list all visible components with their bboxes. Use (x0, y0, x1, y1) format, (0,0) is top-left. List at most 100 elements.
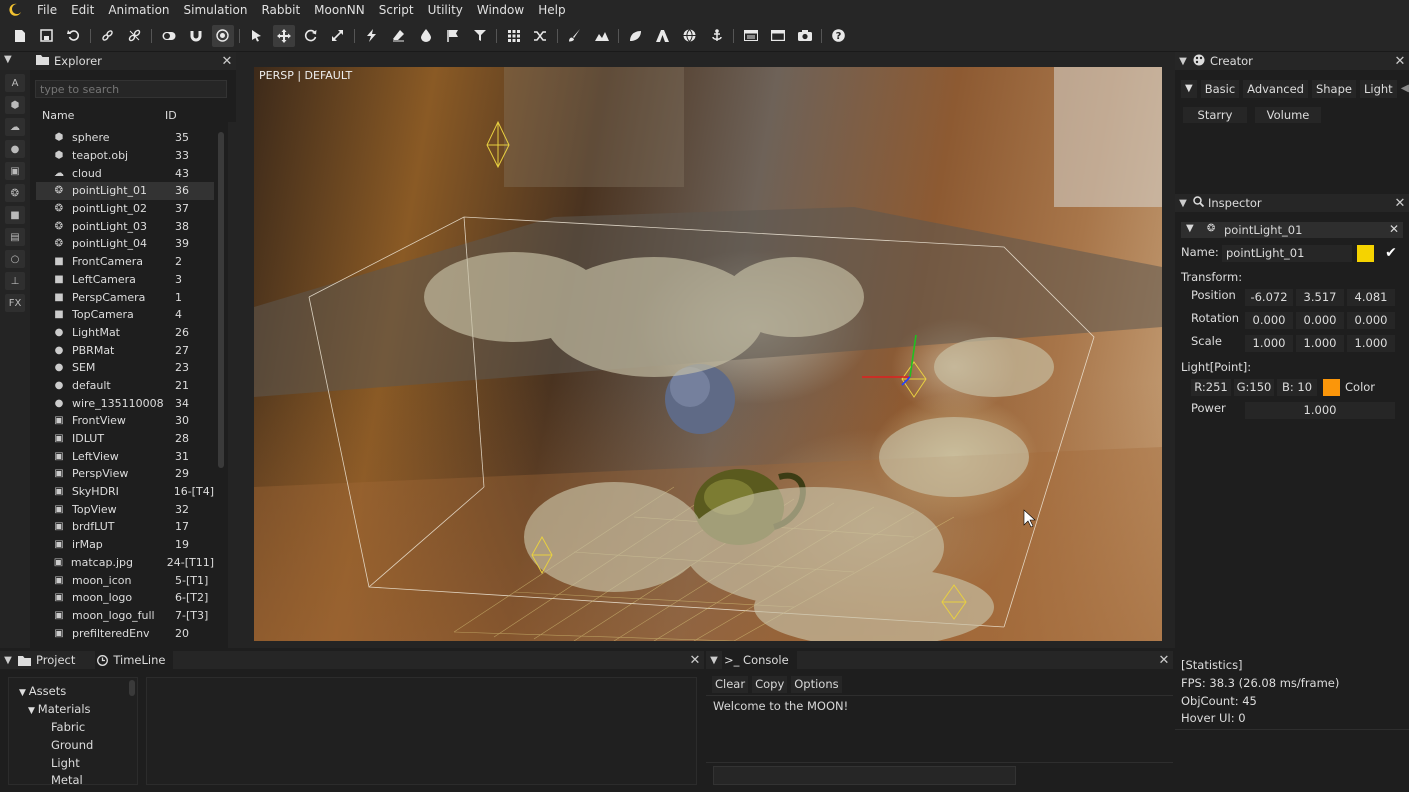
text-tool-icon[interactable]: A (5, 74, 25, 92)
tree-assets[interactable]: ▼ Assets (19, 684, 66, 698)
close-icon[interactable]: ✕ (1391, 196, 1409, 211)
explorer-row[interactable]: ⬢ teapot.obj 33 (36, 147, 214, 165)
explorer-row[interactable]: ❂ pointLight_01 36 (36, 182, 214, 200)
position-z-field[interactable]: 4.081 (1347, 289, 1395, 306)
explorer-row[interactable]: ● LightMat 26 (36, 324, 214, 342)
collapse-triangle-icon[interactable]: ▼ (1186, 223, 1194, 234)
explorer-row[interactable]: ❂ pointLight_02 37 (36, 200, 214, 218)
fx-icon[interactable]: FX (5, 294, 25, 312)
tree-item-light[interactable]: Light (51, 756, 80, 770)
collapse-triangle-icon[interactable]: ▼ (4, 54, 12, 65)
menu-script[interactable]: Script (372, 0, 421, 20)
sphere-wire-icon[interactable] (679, 25, 701, 47)
window-icon[interactable] (767, 25, 789, 47)
tab-console[interactable]: >_ Console (722, 651, 797, 669)
tab-shape[interactable]: Shape (1311, 80, 1356, 98)
tab-scroll-arrows-icon[interactable]: ◀▶ (1401, 80, 1409, 98)
explorer-row[interactable]: ❂ pointLight_04 39 (36, 235, 214, 253)
light-color-swatch[interactable] (1323, 379, 1340, 396)
explorer-row[interactable]: ● default 21 (36, 377, 214, 395)
explorer-search-input[interactable] (35, 80, 227, 98)
power-field[interactable]: 1.000 (1245, 402, 1395, 419)
flag-icon[interactable] (442, 25, 464, 47)
close-icon[interactable]: ✕ (686, 653, 704, 668)
explorer-row[interactable]: ❂ pointLight_03 38 (36, 217, 214, 235)
menu-edit[interactable]: Edit (64, 0, 101, 20)
position-x-field[interactable]: -6.072 (1245, 289, 1293, 306)
tree-materials[interactable]: ▼ Materials (28, 702, 91, 716)
move-icon[interactable] (272, 24, 295, 47)
explorer-row[interactable]: ⬢ sphere 35 (36, 129, 214, 147)
color-b-field[interactable]: B: 10 (1277, 379, 1317, 396)
panel-icon[interactable] (740, 25, 762, 47)
explorer-row[interactable]: ☁ cloud 43 (36, 164, 214, 182)
menu-moonnn[interactable]: MoonNN (307, 0, 372, 20)
name-input[interactable]: pointLight_01 (1222, 245, 1352, 262)
camera-icon[interactable] (794, 25, 816, 47)
save-icon[interactable] (36, 25, 58, 47)
explorer-row[interactable]: ■ TopCamera 4 (36, 306, 214, 324)
menu-simulation[interactable]: Simulation (177, 0, 255, 20)
arch-icon[interactable] (652, 25, 674, 47)
select-arrow-icon[interactable] (246, 25, 268, 47)
explorer-row[interactable]: ▣ FrontView 30 (36, 412, 214, 430)
lightning-icon[interactable] (361, 25, 383, 47)
tab-project[interactable]: Project (16, 651, 83, 669)
3d-viewport[interactable]: PERSP | DEFAULT (254, 67, 1162, 641)
explorer-row[interactable]: ▣ prefilteredEnv 20 (36, 624, 214, 642)
clear-button[interactable]: Clear (712, 676, 749, 693)
column-name[interactable]: Name (42, 109, 74, 122)
tab-basic[interactable]: Basic (1200, 80, 1240, 98)
circle-shape-icon[interactable]: ○ (5, 250, 25, 268)
target-icon[interactable] (211, 24, 234, 47)
rotation-y-field[interactable]: 0.000 (1296, 312, 1344, 329)
tab-timeline[interactable]: TimeLine (95, 651, 174, 669)
project-tree-scrollbar[interactable] (129, 680, 135, 696)
position-y-field[interactable]: 3.517 (1296, 289, 1344, 306)
pin-icon[interactable]: ⊥ (5, 272, 25, 290)
explorer-row[interactable]: ■ PerspCamera 1 (36, 288, 214, 306)
magnet-icon[interactable] (185, 25, 207, 47)
name-color-swatch[interactable] (1357, 245, 1374, 262)
close-icon[interactable]: ✕ (1389, 222, 1399, 236)
collapse-triangle-icon[interactable]: ▼ (0, 655, 16, 666)
anchor-icon[interactable] (706, 25, 728, 47)
explorer-row[interactable]: ▣ moon_logo 6-[T2] (36, 589, 214, 607)
explorer-row[interactable]: ● wire_135110008 34 (36, 394, 214, 412)
explorer-row[interactable]: ■ FrontCamera 2 (36, 253, 214, 271)
unlink-icon[interactable] (124, 25, 146, 47)
tree-item-metal[interactable]: Metal (51, 773, 83, 787)
console-input[interactable] (713, 766, 1016, 785)
explorer-row[interactable]: ▣ irMap 19 (36, 536, 214, 554)
new-file-icon[interactable] (9, 25, 31, 47)
menu-window[interactable]: Window (470, 0, 531, 20)
eraser-icon[interactable] (388, 25, 410, 47)
cube-icon[interactable]: ⬢ (5, 96, 25, 114)
explorer-row[interactable]: ● SEM 23 (36, 359, 214, 377)
starry-button[interactable]: Starry (1183, 107, 1247, 123)
help-icon[interactable]: ? (828, 25, 850, 47)
drop-icon[interactable] (415, 25, 437, 47)
collapse-triangle-icon[interactable]: ▼ (706, 655, 722, 666)
brush-icon[interactable] (564, 25, 586, 47)
rotate-icon[interactable] (300, 25, 322, 47)
menu-utility[interactable]: Utility (421, 0, 470, 20)
image-icon[interactable]: ▣ (5, 162, 25, 180)
bulb-icon[interactable]: ❂ (5, 184, 25, 202)
link-icon[interactable] (97, 25, 119, 47)
shuffle-icon[interactable] (530, 25, 552, 47)
tree-item-ground[interactable]: Ground (51, 738, 93, 752)
explorer-row[interactable]: ▣ brdfLUT 17 (36, 518, 214, 536)
toggle-icon[interactable] (158, 25, 180, 47)
leaf-icon[interactable] (625, 25, 647, 47)
confirm-check-icon[interactable]: ✔ (1382, 245, 1400, 262)
grid-icon[interactable] (503, 25, 525, 47)
filter-icon[interactable] (469, 25, 491, 47)
menu-help[interactable]: Help (531, 0, 572, 20)
close-icon[interactable]: ✕ (218, 54, 236, 69)
rotation-x-field[interactable]: 0.000 (1245, 312, 1293, 329)
scale-y-field[interactable]: 1.000 (1296, 335, 1344, 352)
explorer-row[interactable]: ■ LeftCamera 3 (36, 271, 214, 289)
viewport-label[interactable]: PERSP | DEFAULT (259, 69, 352, 82)
options-button[interactable]: Options (791, 676, 842, 693)
